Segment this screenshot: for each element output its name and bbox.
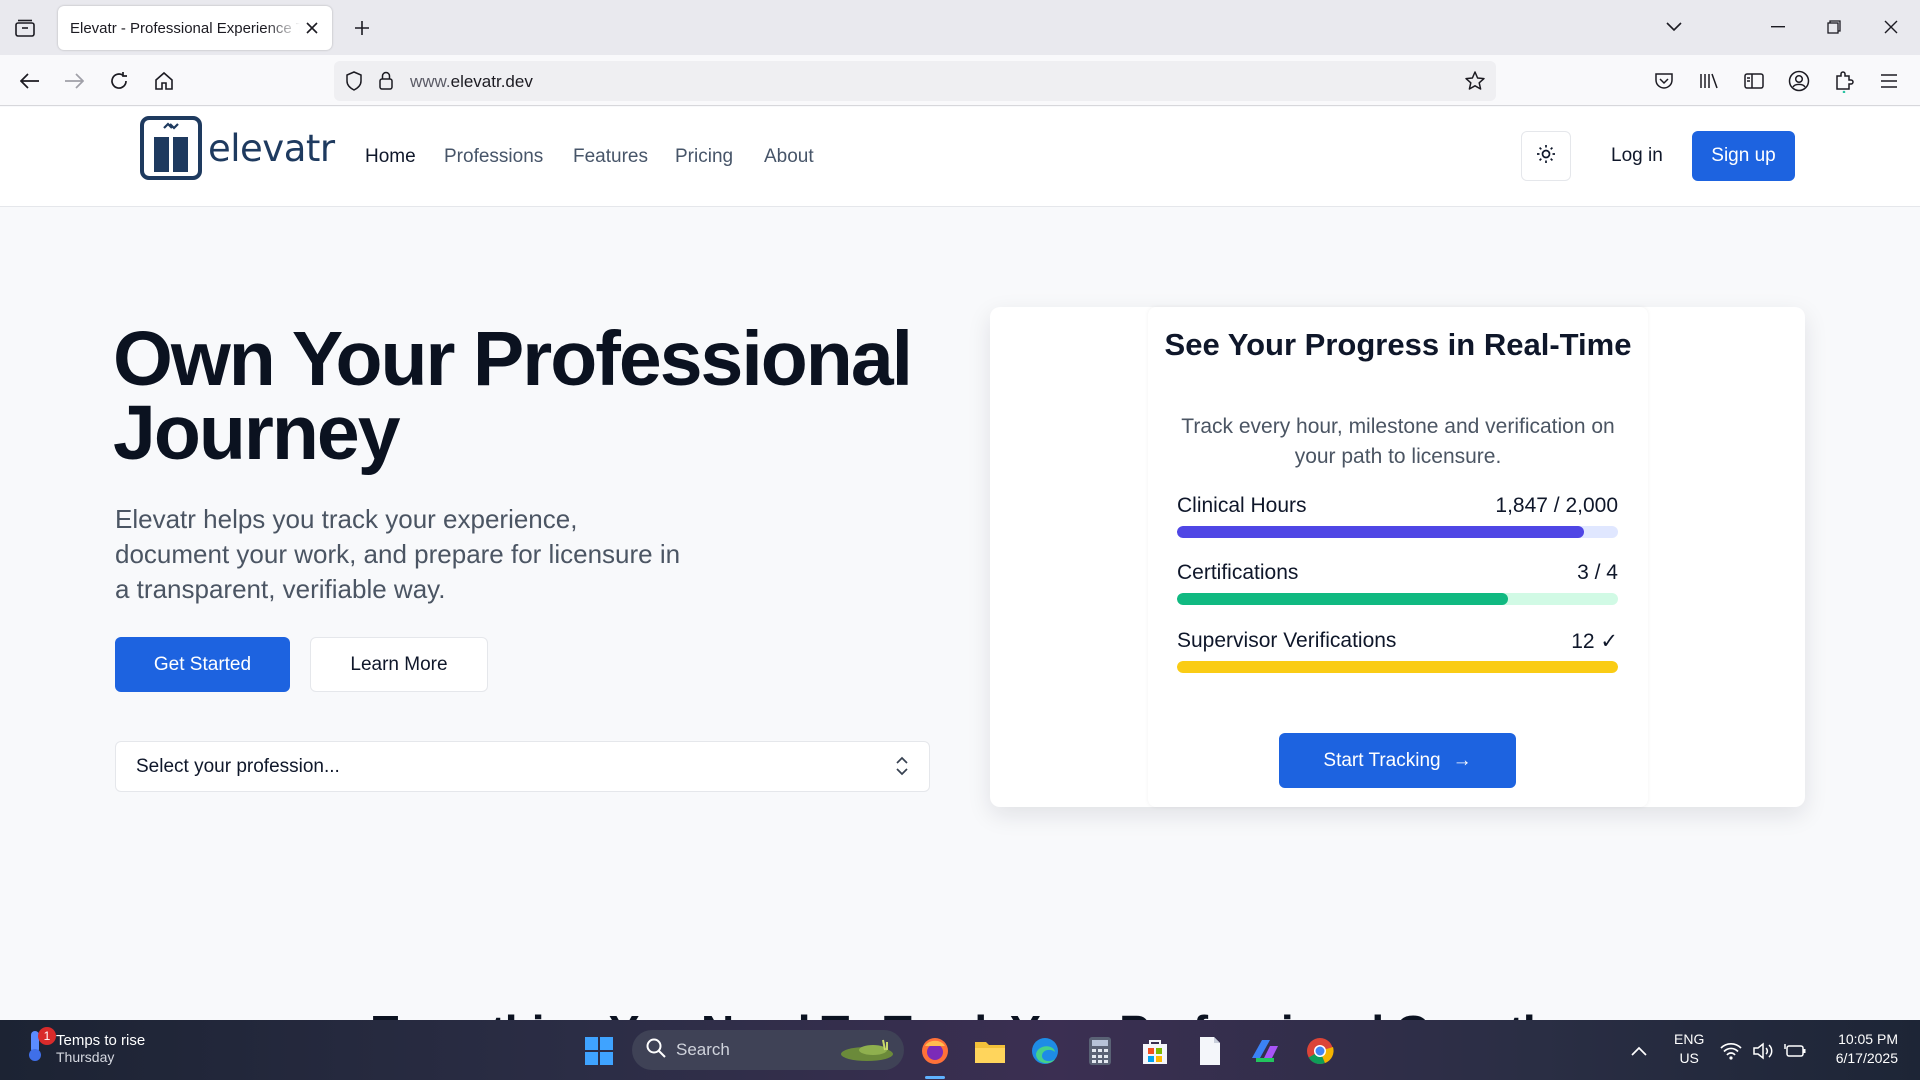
forward-icon[interactable] [58, 65, 90, 97]
taskbar-search-label: Search [676, 1040, 730, 1059]
elevator-logo-icon [140, 116, 202, 180]
nav-professions[interactable]: Professions [444, 146, 543, 168]
stat-label-clinical-hours: Clinical Hours [1177, 494, 1307, 517]
new-tab-icon[interactable] [348, 14, 376, 42]
back-icon[interactable] [14, 65, 46, 97]
progress-fill-certifications [1177, 593, 1508, 605]
extensions-icon[interactable] [1828, 65, 1860, 97]
edge-icon[interactable] [1026, 1032, 1064, 1070]
windows-taskbar: Temps to rise Thursday 1 Search ENG US 1… [0, 1020, 1920, 1080]
progress-bar-certifications [1177, 593, 1618, 605]
logo-text: elevatr [208, 126, 335, 170]
progress-card-description: Track every hour, milestone and verifica… [1181, 415, 1615, 468]
nav-pricing[interactable]: Pricing [675, 146, 733, 168]
list-all-tabs-icon[interactable] [1658, 12, 1690, 42]
reload-icon[interactable] [103, 65, 135, 97]
stat-value-supervisor-verifications: 12 ✓ [1571, 630, 1618, 653]
taskbar-search[interactable]: Search [632, 1030, 904, 1070]
sidebar-icon[interactable] [1738, 65, 1770, 97]
hero-title: Own Your Professional Journey [113, 316, 973, 476]
theme-toggle-button[interactable] [1521, 131, 1571, 181]
notepad-icon[interactable] [1191, 1032, 1229, 1070]
sun-icon [1536, 144, 1556, 169]
start-tracking-button[interactable]: Start Tracking → [1279, 733, 1516, 788]
language-indicator[interactable]: ENG US [1674, 1030, 1704, 1068]
url-domain: elevatr.dev [450, 72, 533, 91]
hero-title-line1: Own Your Professional [113, 316, 913, 402]
progress-fill-clinical-hours [1177, 526, 1585, 538]
calculator-icon[interactable] [1081, 1032, 1119, 1070]
file-explorer-icon[interactable] [971, 1032, 1009, 1070]
start-tracking-label: Start Tracking [1323, 749, 1441, 771]
nav-about[interactable]: About [764, 146, 814, 168]
stat-value-certifications: 3 / 4 [1577, 561, 1618, 584]
arrow-right-icon: → [1452, 749, 1472, 771]
minimize-icon[interactable] [1762, 12, 1794, 42]
restore-icon[interactable] [1818, 12, 1850, 42]
address-bar[interactable]: www.elevatr.dev [334, 61, 1496, 101]
browser-tab-bar: Elevatr - Professional Experience Tracke… [0, 0, 1920, 55]
progress-card-title: See Your Progress in Real-Time [1164, 327, 1632, 362]
windows-start-icon[interactable] [580, 1032, 618, 1070]
keyboard-region: US [1679, 1050, 1699, 1066]
nav-home[interactable]: Home [365, 146, 416, 168]
progress-bar-supervisor-verifications [1177, 661, 1618, 673]
chevron-up-down-icon [895, 756, 909, 782]
logo[interactable]: elevatr [140, 115, 335, 181]
site-header: elevatr Home Professions Features Pricin… [0, 107, 1920, 207]
login-link[interactable]: Log in [1611, 145, 1663, 167]
volume-icon[interactable] [1748, 1032, 1778, 1070]
menu-icon[interactable] [1873, 65, 1905, 97]
battery-icon[interactable] [1780, 1032, 1810, 1070]
url-text: www.elevatr.dev [410, 72, 533, 92]
microsoft-store-icon[interactable] [1136, 1032, 1174, 1070]
lock-icon[interactable] [378, 70, 394, 95]
stat-label-supervisor-verifications: Supervisor Verifications [1177, 629, 1397, 652]
bookmark-star-icon[interactable] [1464, 70, 1486, 97]
weather-notification-badge: 1 [38, 1027, 56, 1045]
progress-fill-supervisor-verifications [1177, 661, 1618, 673]
system-clock[interactable]: 10:05 PM 6/17/2025 [1816, 1030, 1898, 1068]
close-tab-icon[interactable] [302, 18, 322, 38]
progress-card [1148, 307, 1648, 807]
close-window-icon[interactable] [1875, 12, 1907, 42]
hero-title-line2: Journey [113, 390, 401, 476]
home-icon[interactable] [148, 65, 180, 97]
chrome-icon[interactable] [1301, 1032, 1339, 1070]
browser-tab-active[interactable]: Elevatr - Professional Experience Tracke… [58, 6, 332, 50]
tab-list-icon[interactable] [10, 14, 40, 42]
profession-select-placeholder: Select your profession... [136, 755, 340, 777]
account-icon[interactable] [1783, 65, 1815, 97]
url-prefix: www. [410, 72, 451, 91]
hero-subtitle: Elevatr helps you track your experience,… [115, 504, 681, 604]
progress-bar-clinical-hours [1177, 526, 1618, 538]
shield-icon[interactable] [344, 71, 364, 96]
signup-button[interactable]: Sign up [1692, 131, 1795, 181]
stat-value-clinical-hours: 1,847 / 2,000 [1495, 494, 1618, 517]
firefox-icon[interactable] [916, 1032, 954, 1070]
library-icon[interactable] [1693, 65, 1725, 97]
learn-more-button[interactable]: Learn More [310, 637, 488, 692]
stat-label-certifications: Certifications [1177, 561, 1299, 584]
language-code: ENG [1674, 1031, 1705, 1047]
search-highlight-icon [837, 1036, 895, 1069]
browser-tab-title: Elevatr - Professional Experience Tracke… [70, 19, 300, 37]
wifi-icon[interactable] [1716, 1032, 1746, 1070]
clock-date: 6/17/2025 [1835, 1050, 1898, 1066]
show-hidden-icons-icon[interactable] [1620, 1032, 1658, 1070]
microsoft-365-icon[interactable] [1246, 1032, 1284, 1070]
profession-select[interactable]: Select your profession... [115, 741, 930, 792]
weather-day: Thursday [56, 1049, 115, 1065]
clock-time: 10:05 PM [1838, 1031, 1898, 1047]
pocket-icon[interactable] [1648, 65, 1680, 97]
weather-headline: Temps to rise [56, 1032, 146, 1049]
get-started-button[interactable]: Get Started [115, 637, 290, 692]
nav-features[interactable]: Features [573, 146, 648, 168]
browser-toolbar: www.elevatr.dev [0, 55, 1920, 106]
search-icon [646, 1038, 666, 1063]
active-app-indicator [925, 1076, 945, 1079]
